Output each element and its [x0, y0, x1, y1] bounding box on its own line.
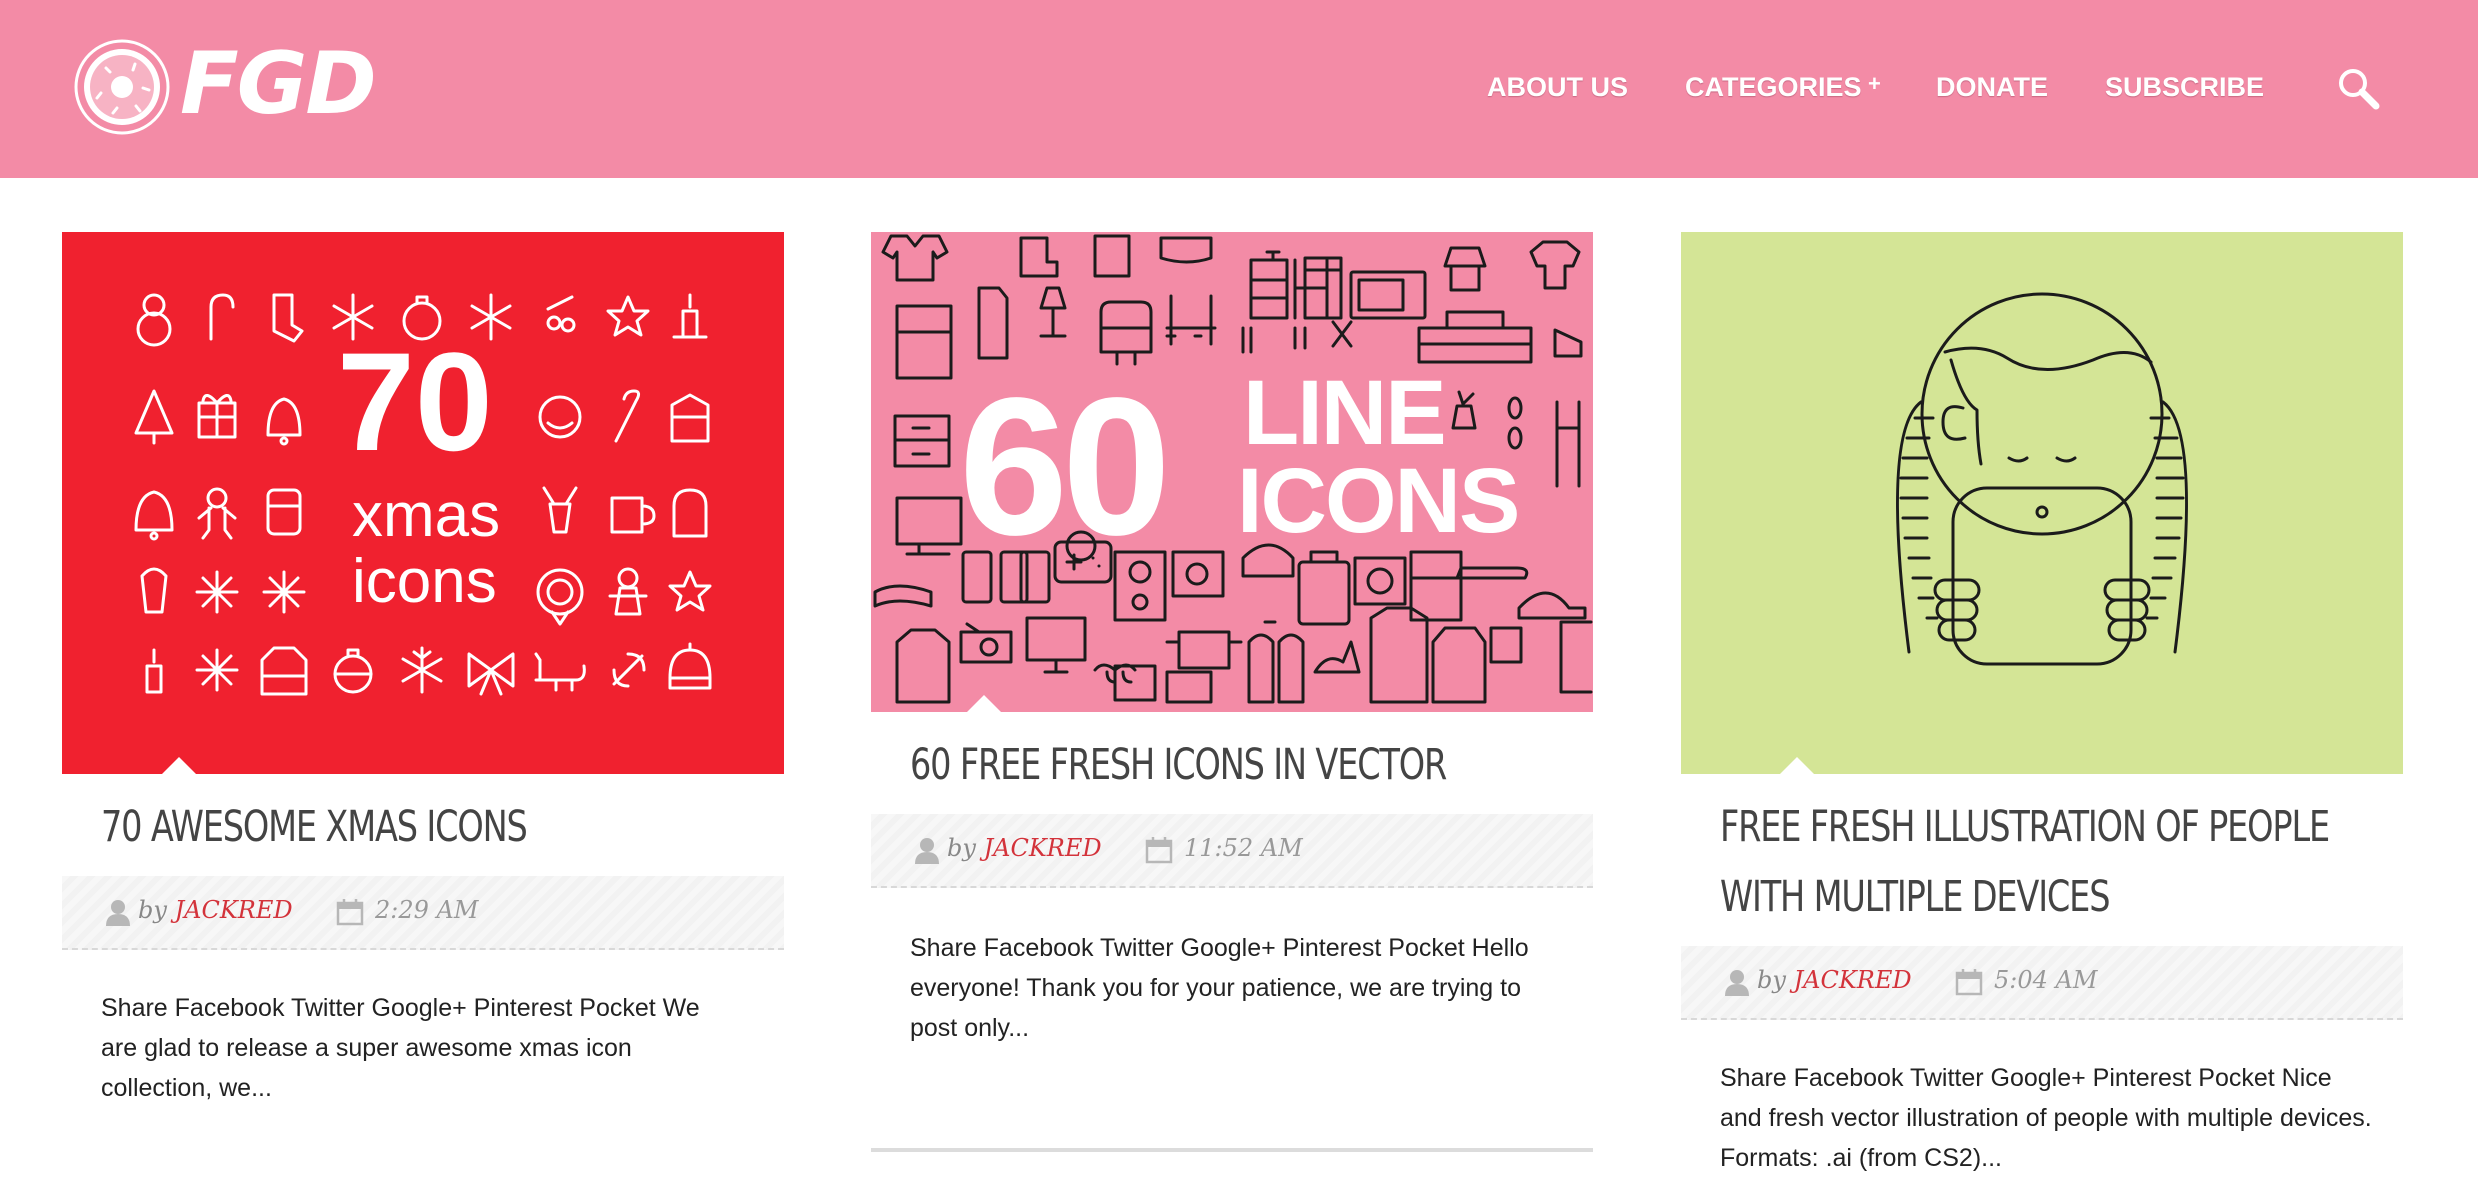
post-meta: by JACKRED 11:52 AM [871, 814, 1593, 888]
site-logo-text[interactable]: FGD [180, 34, 377, 134]
line-icon-grid: 60 LINE ICONS [873, 234, 1593, 704]
post-time: 11:52 AM [1184, 834, 1303, 862]
card-bottom-divider [871, 1148, 1593, 1152]
image-notch [967, 695, 1001, 712]
post-excerpt: Share Facebook Twitter Google+ Pinterest… [1720, 1064, 2372, 1172]
nav-categories[interactable]: CATEGORIES [1685, 70, 1862, 104]
line-icons-image-number: 60 [959, 357, 1165, 576]
categories-expand-icon[interactable]: + [1868, 70, 1881, 98]
post-excerpt: Share Facebook Twitter Google+ Pinterest… [101, 994, 700, 1102]
nav-donate[interactable]: DONATE [1936, 70, 2048, 104]
user-icon [106, 900, 130, 926]
nav-about-us[interactable]: ABOUT US [1487, 70, 1628, 104]
post-image-xmas-icons[interactable]: 70 xmas icons [62, 232, 784, 774]
by-label: by [138, 896, 167, 924]
line-icons-image-line2: ICONS [1237, 450, 1518, 552]
xmas-image-line2: icons [352, 547, 497, 616]
author-link[interactable]: JACKRED [175, 896, 293, 924]
post-time: 5:04 AM [1994, 966, 2098, 994]
user-icon [915, 838, 939, 864]
post-image-line-icons[interactable]: 60 LINE ICONS [871, 232, 1593, 712]
post-meta: by JACKRED 2:29 AM [62, 876, 784, 950]
xmas-icon-grid: 70 xmas icons [134, 293, 712, 696]
post-byline: by JACKRED [1757, 966, 1912, 994]
post-title[interactable]: 70 AWESOME XMAS ICONS [101, 792, 528, 862]
by-label: by [1757, 966, 1786, 994]
image-notch [162, 757, 196, 774]
nav-subscribe[interactable]: SUBSCRIBE [2105, 70, 2264, 104]
author-link[interactable]: JACKRED [984, 834, 1102, 862]
post-byline: by JACKRED [138, 896, 293, 924]
xmas-image-line1: xmas [352, 481, 500, 550]
post-byline: by JACKRED [947, 834, 1102, 862]
person-tablet-illustration [1895, 292, 2189, 666]
post-title-line1[interactable]: FREE FRESH ILLUSTRATION OF PEOPLE [1720, 792, 2330, 862]
post-time: 2:29 AM [375, 896, 479, 924]
donut-icon[interactable] [73, 38, 171, 136]
post-meta: by JACKRED 5:04 AM [1681, 946, 2403, 1020]
xmas-image-number: 70 [337, 323, 493, 480]
line-icons-image-line1: LINE [1243, 362, 1445, 464]
by-label: by [947, 834, 976, 862]
user-icon [1725, 970, 1749, 996]
site-header: FGD ABOUT US CATEGORIES + DONATE SUBSCRI… [0, 0, 2478, 178]
calendar-icon [1955, 969, 1983, 996]
image-notch [1780, 757, 1814, 774]
post-title[interactable]: 60 FREE FRESH ICONS IN VECTOR [910, 730, 1447, 800]
post-title-line2[interactable]: WITH MULTIPLE DEVICES [1720, 862, 2110, 932]
calendar-icon [336, 899, 364, 926]
post-image-people-devices[interactable] [1681, 232, 2403, 774]
post-excerpt: Share Facebook Twitter Google+ Pinterest… [910, 934, 1529, 1042]
calendar-icon [1145, 837, 1173, 864]
author-link[interactable]: JACKRED [1794, 966, 1912, 994]
search-icon[interactable] [2336, 66, 2380, 110]
